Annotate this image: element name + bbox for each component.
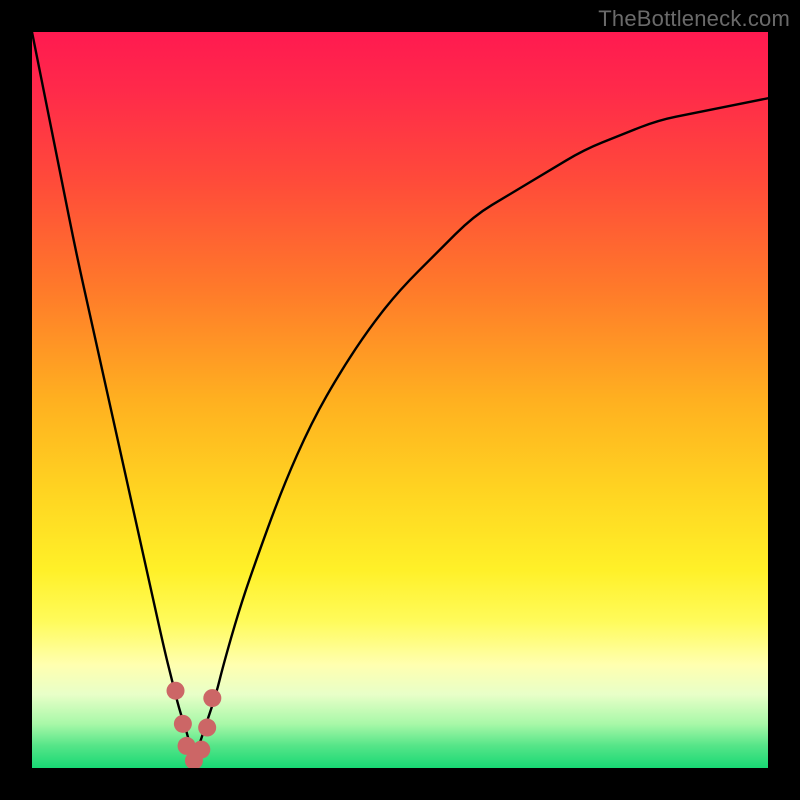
highlight-marker — [167, 682, 185, 700]
gradient-background — [32, 32, 768, 768]
bottleneck-chart-svg — [32, 32, 768, 768]
highlight-marker — [203, 689, 221, 707]
highlight-marker — [192, 741, 210, 759]
attribution-text: TheBottleneck.com — [598, 6, 790, 32]
highlight-marker — [174, 715, 192, 733]
chart-plot-area — [32, 32, 768, 768]
highlight-marker — [198, 719, 216, 737]
